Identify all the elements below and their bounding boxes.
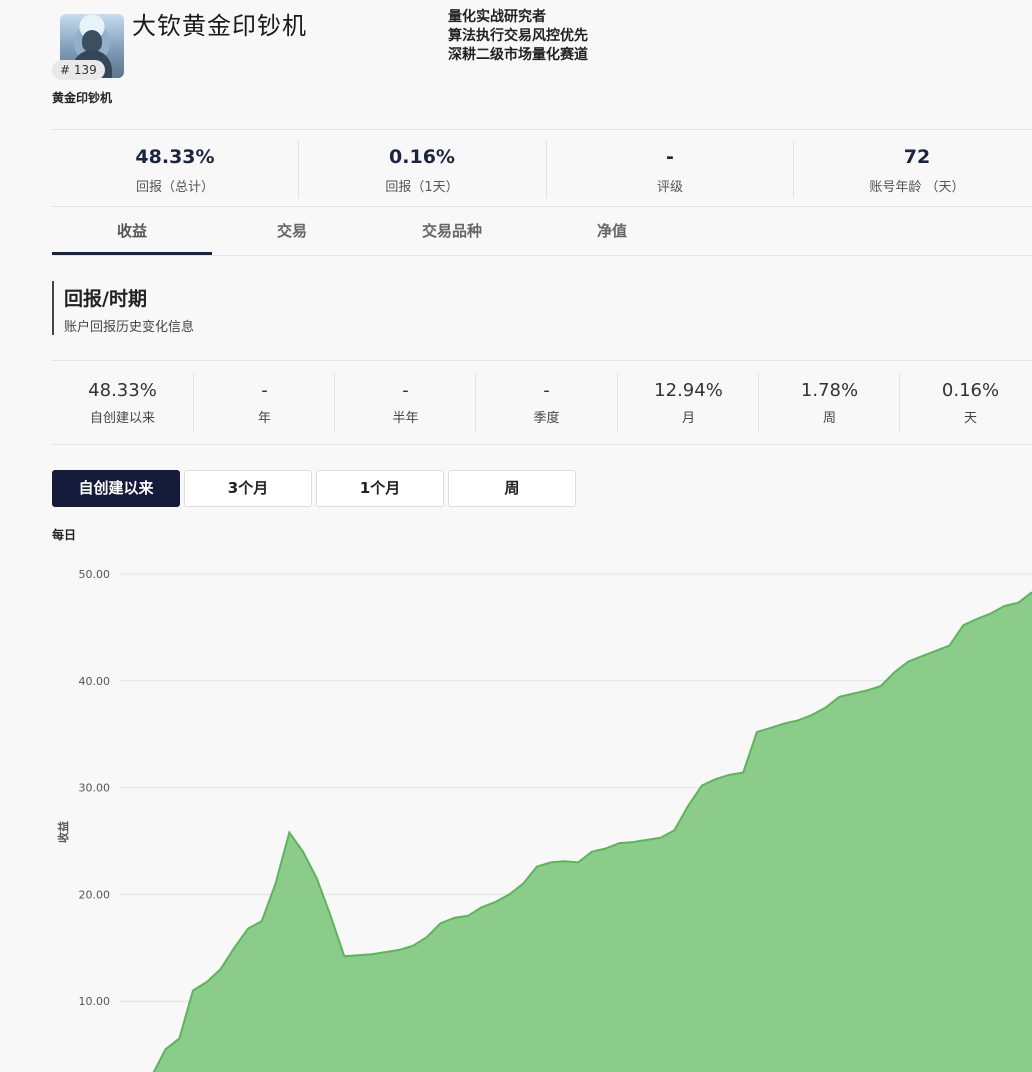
stat-value: - (666, 146, 674, 168)
tab-returns[interactable]: 收益 (52, 220, 212, 241)
range-button-since-inception[interactable]: 自创建以来 (52, 470, 180, 507)
divider (52, 255, 1032, 256)
period-return-year: - 年 (194, 380, 335, 426)
period-value: 12.94% (654, 380, 723, 401)
period-label: 年 (257, 411, 271, 426)
stat-label: 回报（总计） (135, 180, 214, 195)
y-tick-label: 40.00 (79, 675, 111, 688)
y-axis-label: 收益 (56, 821, 70, 843)
period-return-week: 1.78% 周 (759, 380, 900, 426)
tab-trades[interactable]: 交易 (212, 220, 372, 241)
section-title: 回报/时期 (64, 288, 147, 310)
returns-area (153, 592, 1032, 1072)
period-label: 半年 (392, 411, 419, 426)
y-axis-ticks: 50.00 40.00 30.00 20.00 10.00 (79, 568, 111, 1008)
stat-daily-return: 0.16% 回报（1天） (299, 146, 545, 195)
section-subtitle: 账户回报历史变化信息 (64, 320, 195, 335)
stat-value: 72 (903, 146, 931, 168)
bio-line: 算法执行交易风控优先 (448, 28, 588, 44)
section-accent-bar (52, 281, 54, 335)
range-button-week[interactable]: 周 (448, 470, 576, 507)
period-return-month: 12.94% 月 (618, 380, 759, 426)
divider (52, 444, 1032, 445)
period-return-half-year: - 半年 (335, 380, 476, 426)
period-value: 0.16% (941, 380, 1000, 401)
stat-label: 账号年龄 （天） (869, 180, 965, 195)
divider (52, 360, 1032, 361)
rank-badge: # 139 (52, 60, 105, 80)
stat-account-age: 72 账号年龄 （天） (794, 146, 1032, 195)
y-tick-label: 10.00 (79, 995, 111, 1008)
period-value: 48.33% (88, 380, 157, 401)
y-tick-label: 20.00 (79, 888, 111, 901)
returns-chart[interactable]: 50.00 40.00 30.00 20.00 10.00 收益 (0, 540, 1032, 1072)
period-label: 自创建以来 (89, 411, 155, 426)
period-return-quarter: - 季度 (476, 380, 617, 426)
display-name: 黄金印钞机 (52, 91, 113, 105)
period-label: 季度 (533, 411, 560, 426)
bio-line: 深耕二级市场量化赛道 (448, 47, 588, 63)
divider (52, 206, 1032, 207)
page-title: 大钦黄金印钞机 (132, 12, 307, 40)
period-label: 天 (963, 411, 977, 426)
tab-equity[interactable]: 净值 (532, 220, 692, 241)
stat-label: 评级 (656, 180, 683, 195)
y-tick-label: 30.00 (79, 782, 111, 795)
stat-value: 48.33% (135, 146, 215, 168)
bio: 量化实战研究者 算法执行交易风控优先 深耕二级市场量化赛道 (448, 8, 588, 65)
period-value: 1.78% (800, 380, 859, 401)
stat-rating: - 评级 (547, 146, 793, 195)
period-label: 月 (681, 411, 695, 426)
period-value: - (402, 380, 409, 401)
tab-symbols[interactable]: 交易品种 (372, 220, 532, 241)
divider (52, 129, 1032, 130)
y-tick-label: 50.00 (79, 568, 111, 581)
period-value: - (543, 380, 550, 401)
period-return-since-inception: 48.33% 自创建以来 (52, 380, 193, 426)
range-button-1-month[interactable]: 1个月 (316, 470, 444, 507)
period-value: - (261, 380, 268, 401)
stat-label: 回报（1天） (385, 180, 459, 195)
range-button-3-months[interactable]: 3个月 (184, 470, 312, 507)
period-return-day: 0.16% 天 (900, 380, 1032, 426)
bio-line: 量化实战研究者 (448, 9, 546, 25)
stat-total-return: 48.33% 回报（总计） (52, 146, 298, 195)
avatar-figure (82, 30, 102, 52)
period-label: 周 (822, 411, 836, 426)
stat-value: 0.16% (389, 146, 455, 168)
